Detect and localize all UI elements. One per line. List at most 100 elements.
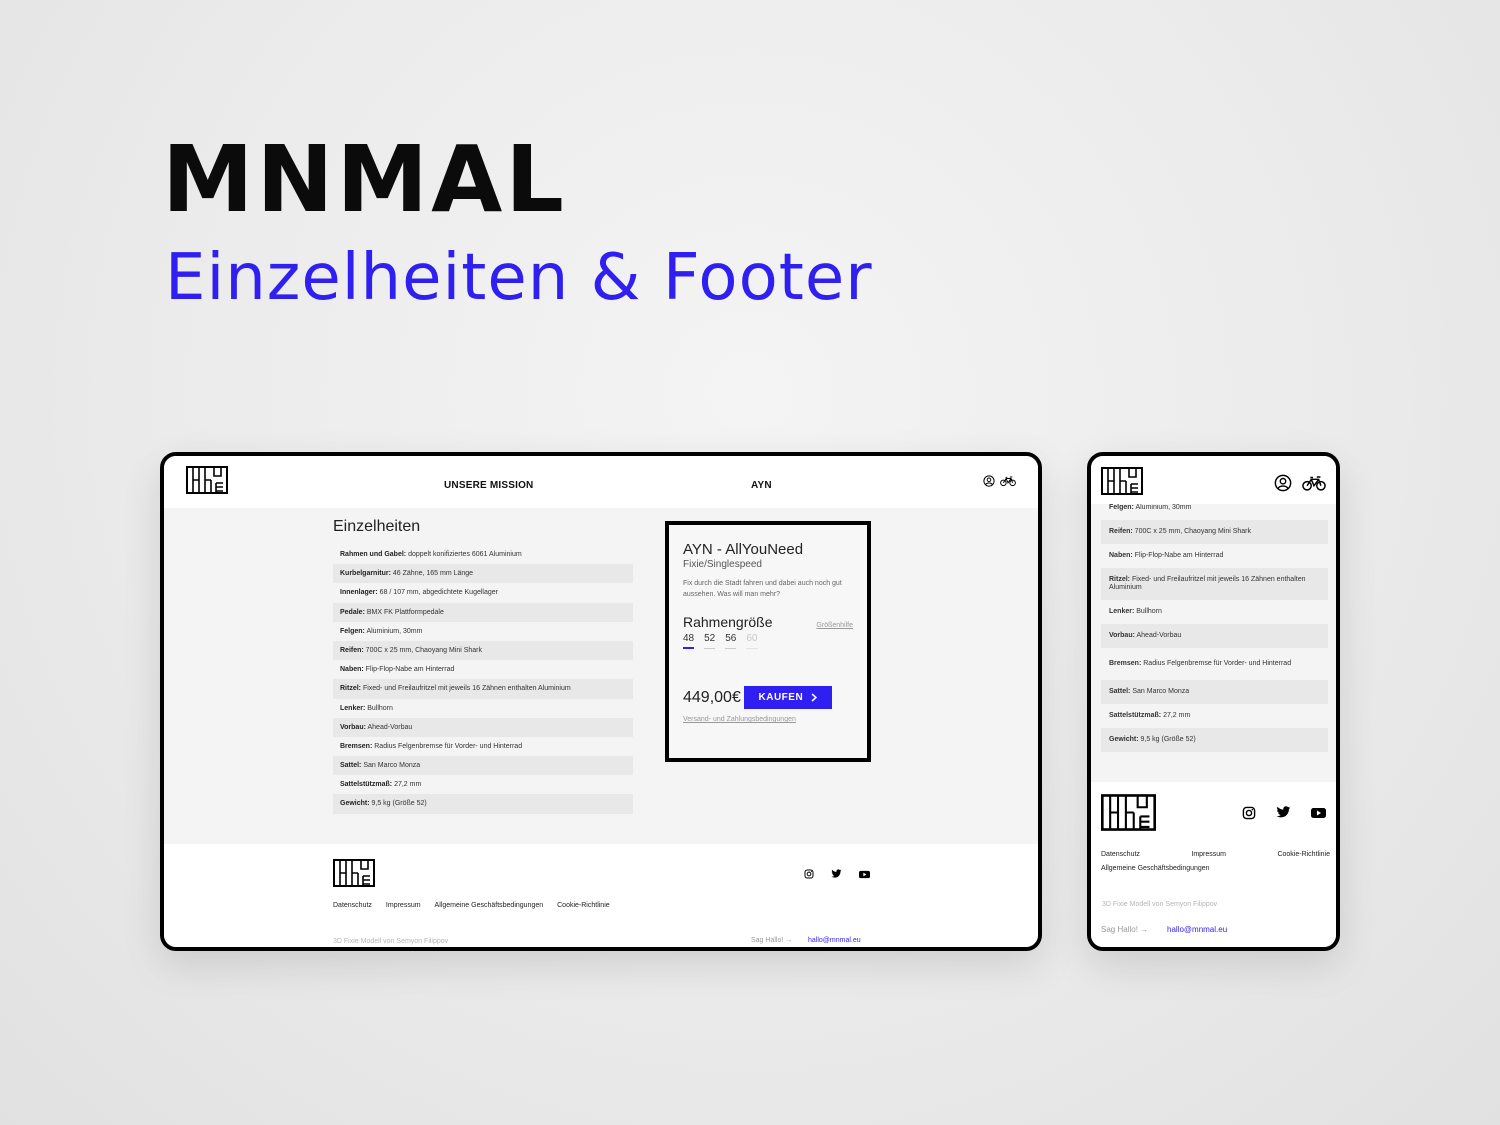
spec-label: Reifen: [1109, 528, 1133, 535]
size-help-link[interactable]: Größenhilfe [816, 622, 853, 629]
logo-mark[interactable] [1101, 467, 1143, 495]
say-hello-label: Sag Hallo! → [751, 937, 793, 944]
showcase-subtitle: Einzelheiten & Footer [165, 241, 873, 315]
spec-label: Lenker: [1109, 608, 1135, 615]
desktop-frame: UNSERE MISSION AYN Einzelheiten Rahmen u… [160, 452, 1042, 951]
footer-link-terms[interactable]: Allgemeine Geschäftsbedingungen [1101, 865, 1330, 872]
spec-row: Lenker: Bullhorn [333, 699, 633, 718]
twitter-icon[interactable] [1276, 806, 1291, 825]
spec-value: Flip-Flop-Nabe am Hinterrad [1132, 552, 1224, 559]
footer-link-imprint[interactable]: Impressum [386, 902, 421, 909]
user-icon[interactable] [1274, 474, 1292, 497]
spec-row: Sattel: San Marco Monza [1101, 680, 1328, 704]
buy-box: AYN - AllYouNeed Fixie/Singlespeed Fix d… [665, 521, 871, 762]
spec-value: 700C x 25 mm, Chaoyang Mini Shark [363, 646, 483, 654]
shipping-link[interactable]: Versand- und Zahlungsbedingungen [683, 716, 853, 723]
spec-label: Gewicht: [1109, 736, 1139, 743]
spec-row: Sattelstützmaß: 27,2 mm [333, 775, 633, 794]
mobile-details-section: Felgen: Aluminium, 30mm Reifen: 700C x 25… [1091, 504, 1336, 782]
spec-label: Ritzel: [340, 685, 361, 693]
details-section: Einzelheiten Rahmen und Gabel: doppelt k… [164, 508, 1038, 844]
spec-label: Vorbau: [1109, 632, 1135, 639]
product-description: Fix durch die Stadt fahren und dabei auc… [683, 580, 842, 598]
footer-link-privacy[interactable]: Datenschutz [333, 902, 372, 909]
spec-label: Innenlager: [340, 589, 378, 597]
size-option[interactable]: 56 [725, 633, 737, 649]
spec-row: Felgen: Aluminium, 30mm [333, 622, 633, 641]
instagram-icon[interactable] [804, 866, 814, 884]
spec-label: Pedale: [340, 608, 365, 616]
nav-link-product[interactable]: AYN [751, 480, 772, 491]
spec-label: Vorbau: [340, 723, 366, 731]
product-type: Fixie/Singlespeed [683, 559, 762, 570]
spec-label: Felgen: [1109, 504, 1134, 511]
spec-value: 27,2 mm [392, 781, 422, 789]
social-links [1242, 806, 1326, 825]
spec-row: Sattelstützmaß: 27,2 mm [1101, 704, 1328, 728]
buy-button[interactable]: KAUFEN [743, 686, 832, 709]
price: 449,00€ [683, 688, 741, 706]
spec-label: Ritzel: [1109, 576, 1130, 583]
size-option[interactable]: 48 [683, 633, 695, 649]
footer-link-cookies[interactable]: Cookie-Richtlinie [1277, 851, 1330, 858]
spec-value: Fixed- und Freilaufritzel mit jeweils 16… [361, 685, 571, 693]
instagram-icon[interactable] [1242, 806, 1256, 825]
footer-link-privacy[interactable]: Datenschutz [1101, 851, 1140, 858]
footer-logo-mark[interactable] [1101, 794, 1156, 831]
spec-label: Naben: [1109, 552, 1133, 559]
spec-list: Rahmen und Gabel: doppelt konifiziertes … [333, 545, 633, 814]
footer-link-imprint[interactable]: Impressum [1191, 851, 1226, 858]
desktop-footer: Datenschutz Impressum Allgemeine Geschäf… [164, 844, 1038, 947]
spec-value: 700C x 25 mm, Chaoyang Mini Shark [1132, 528, 1252, 535]
email-link[interactable]: hallo@mnmal.eu [808, 937, 861, 944]
say-hello-label: Sag Hallo! → [1101, 925, 1149, 934]
spec-value: Fixed- und Freilaufritzel mit jeweils 16… [1109, 576, 1306, 591]
spec-row: Gewicht: 9,5 kg (Größe 52) [1101, 728, 1328, 752]
email-link[interactable]: hallo@mnmal.eu [1167, 925, 1227, 934]
spec-row: Gewicht: 9,5 kg (Größe 52) [333, 794, 633, 814]
footer-link-cookies[interactable]: Cookie-Richtlinie [557, 902, 610, 909]
spec-row: Pedale: BMX FK Plattformpedale [333, 602, 633, 622]
spec-label: Lenker: [340, 704, 366, 712]
logo-mark[interactable] [186, 466, 228, 494]
spec-value: 9,5 kg (Größe 52) [369, 800, 427, 808]
nav-icons [983, 474, 1016, 492]
footer-logo-mark[interactable] [333, 859, 375, 887]
spec-value: 9,5 kg (Größe 52) [1138, 736, 1196, 743]
desktop-navbar: UNSERE MISSION AYN [164, 456, 1038, 508]
spec-list: Felgen: Aluminium, 30mm Reifen: 700C x 25… [1101, 504, 1328, 752]
size-option[interactable]: 52 [704, 633, 716, 649]
spec-value: BMX FK Plattformpedale [364, 608, 444, 616]
spec-label: Reifen: [340, 646, 364, 654]
spec-label: Kurbelgarnitur: [340, 570, 391, 578]
spec-row: Vorbau: Ahead-Vorbau [333, 717, 633, 737]
youtube-icon[interactable] [1311, 806, 1326, 825]
footer-link-terms[interactable]: Allgemeine Geschäftsbedingungen [435, 902, 544, 909]
spec-row: Naben: Flip-Flop-Nabe am Hinterrad [1101, 544, 1328, 568]
mobile-footer: Datenschutz Impressum Cookie-Richtlinie … [1091, 782, 1336, 947]
model-credit: 3D Fixie Modell von Semyon Filippov [1102, 901, 1218, 908]
nav-link-mission[interactable]: UNSERE MISSION [444, 480, 533, 491]
spec-label: Rahmen und Gabel: [340, 551, 407, 558]
spec-row: Rahmen und Gabel: doppelt konifiziertes … [333, 545, 633, 564]
spec-value: San Marco Monza [361, 762, 421, 770]
spec-label: Bremsen: [1109, 660, 1142, 667]
product-name: AYN - AllYouNeed [683, 541, 804, 558]
spec-label: Sattelstützmaß: [340, 781, 393, 789]
twitter-icon[interactable] [831, 866, 842, 884]
spec-label: Bremsen: [340, 742, 373, 750]
user-icon[interactable] [983, 474, 995, 492]
showcase-title: MNMAL [162, 126, 567, 233]
social-links [804, 866, 870, 884]
bike-icon[interactable] [1000, 474, 1016, 492]
spec-row: Reifen: 700C x 25 mm, Chaoyang Mini Shar… [1101, 520, 1328, 544]
spec-row: Vorbau: Ahead-Vorbau [1101, 624, 1328, 648]
buy-button-label: KAUFEN [758, 692, 804, 703]
bike-icon[interactable] [1302, 474, 1326, 497]
spec-value: Bullhorn [1134, 608, 1162, 615]
spec-row: Reifen: 700C x 25 mm, Chaoyang Mini Shar… [333, 640, 633, 661]
mobile-frame: Felgen: Aluminium, 30mm Reifen: 700C x 25… [1087, 452, 1340, 951]
spec-row: Sattel: San Marco Monza [333, 756, 633, 776]
spec-label: Felgen: [340, 627, 365, 635]
youtube-icon[interactable] [859, 866, 870, 884]
